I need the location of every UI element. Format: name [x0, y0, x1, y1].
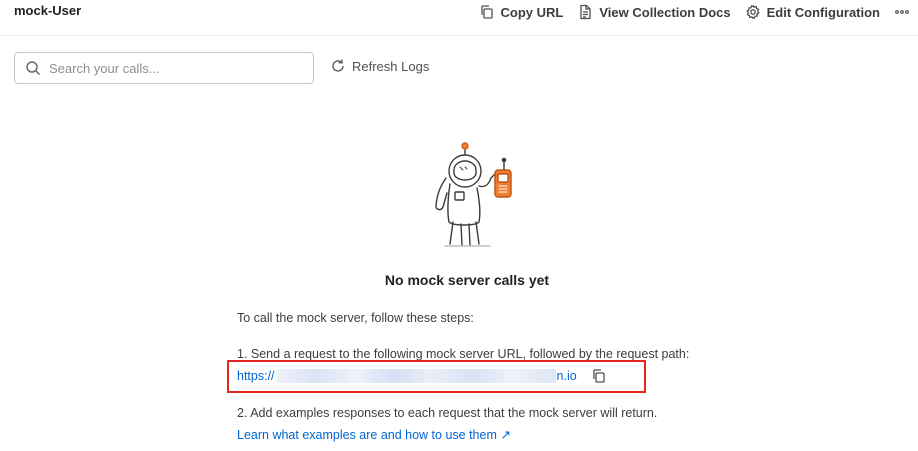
header-actions: Copy URL View Collection Docs Edit Confi… [479, 0, 918, 24]
refresh-logs-button[interactable]: Refresh Logs [330, 58, 429, 74]
learn-examples-link[interactable]: Learn what examples are and how to use t… [237, 427, 511, 442]
view-collection-docs-button[interactable]: View Collection Docs [577, 4, 731, 20]
step-one-text: 1. Send a request to the following mock … [237, 347, 690, 361]
copy-url-label: Copy URL [500, 4, 564, 20]
refresh-icon [332, 59, 344, 72]
more-options-button[interactable] [894, 4, 910, 20]
astronaut-illustration [435, 142, 512, 247]
search-icon [26, 61, 41, 76]
step-two-text: 2. Add examples responses to each reques… [237, 406, 658, 420]
copy-icon [480, 5, 493, 19]
view-docs-label: View Collection Docs [599, 4, 731, 20]
refresh-logs-label: Refresh Logs [352, 58, 430, 74]
url-highlight-box [227, 360, 646, 393]
header-bar: mock-User Copy URL View Collection Docs … [0, 0, 918, 36]
document-icon [580, 4, 592, 20]
empty-state-title: No mock server calls yet [384, 272, 550, 288]
edit-configuration-button[interactable]: Edit Configuration [745, 4, 880, 20]
collection-title: mock-User [14, 3, 82, 18]
edit-config-label: Edit Configuration [766, 4, 880, 20]
instructions-intro: To call the mock server, follow these st… [237, 311, 474, 325]
gear-icon [745, 5, 760, 19]
search-input[interactable] [49, 60, 299, 76]
more-icon [895, 10, 909, 14]
copy-url-button[interactable]: Copy URL [479, 4, 564, 20]
search-box[interactable] [14, 52, 314, 84]
